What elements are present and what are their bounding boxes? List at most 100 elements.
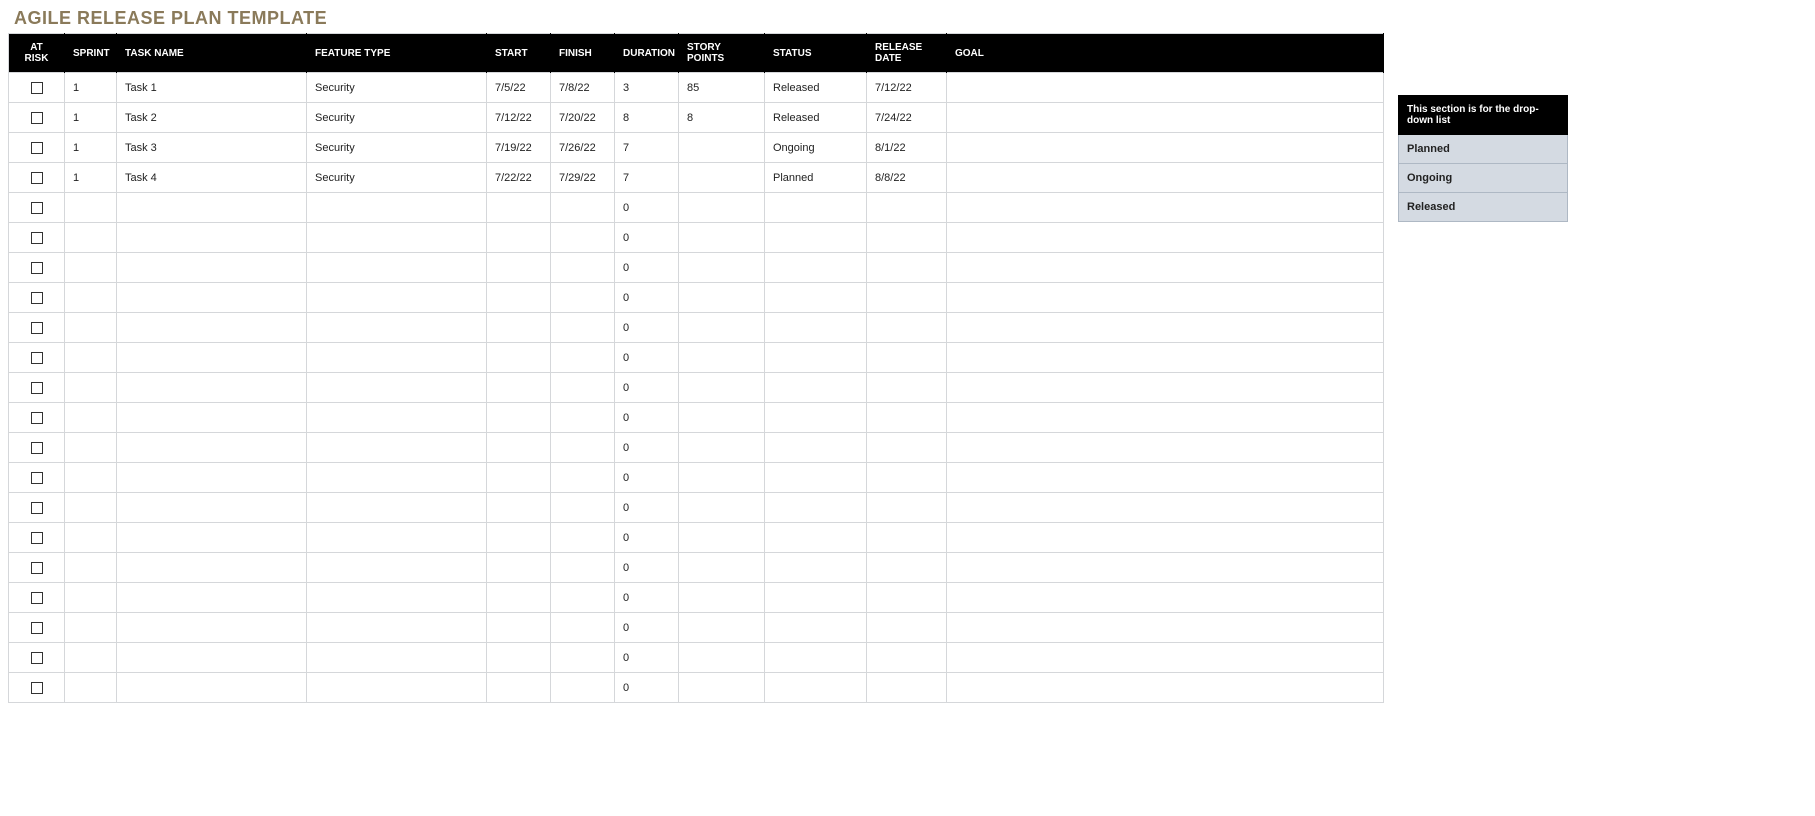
cell-feature-type[interactable] — [307, 463, 487, 493]
cell-at-risk[interactable] — [9, 133, 65, 163]
cell-story-points[interactable] — [679, 493, 765, 523]
checkbox-icon[interactable] — [31, 232, 43, 244]
cell-start[interactable] — [487, 583, 551, 613]
cell-release-date[interactable] — [867, 673, 947, 703]
cell-goal[interactable] — [947, 433, 1384, 463]
cell-start[interactable] — [487, 613, 551, 643]
cell-story-points[interactable] — [679, 163, 765, 193]
cell-task-name[interactable] — [117, 313, 307, 343]
cell-release-date[interactable] — [867, 613, 947, 643]
cell-duration[interactable]: 8 — [615, 103, 679, 133]
cell-sprint[interactable] — [65, 283, 117, 313]
checkbox-icon[interactable] — [31, 202, 43, 214]
cell-finish[interactable] — [551, 283, 615, 313]
cell-status[interactable]: Released — [765, 103, 867, 133]
cell-finish[interactable] — [551, 463, 615, 493]
cell-release-date[interactable] — [867, 253, 947, 283]
cell-goal[interactable] — [947, 523, 1384, 553]
cell-story-points[interactable] — [679, 433, 765, 463]
cell-goal[interactable] — [947, 223, 1384, 253]
cell-duration[interactable]: 0 — [615, 463, 679, 493]
cell-status[interactable] — [765, 313, 867, 343]
cell-feature-type[interactable] — [307, 223, 487, 253]
cell-at-risk[interactable] — [9, 463, 65, 493]
cell-start[interactable] — [487, 553, 551, 583]
cell-at-risk[interactable] — [9, 283, 65, 313]
cell-status[interactable] — [765, 463, 867, 493]
cell-goal[interactable] — [947, 403, 1384, 433]
cell-feature-type[interactable] — [307, 613, 487, 643]
cell-finish[interactable]: 7/8/22 — [551, 73, 615, 103]
cell-release-date[interactable] — [867, 433, 947, 463]
cell-story-points[interactable] — [679, 673, 765, 703]
cell-finish[interactable] — [551, 313, 615, 343]
cell-release-date[interactable] — [867, 643, 947, 673]
cell-start[interactable]: 7/19/22 — [487, 133, 551, 163]
cell-duration[interactable]: 0 — [615, 313, 679, 343]
cell-story-points[interactable] — [679, 583, 765, 613]
cell-feature-type[interactable]: Security — [307, 73, 487, 103]
cell-task-name[interactable]: Task 1 — [117, 73, 307, 103]
cell-goal[interactable] — [947, 283, 1384, 313]
cell-sprint[interactable]: 1 — [65, 133, 117, 163]
cell-story-points[interactable] — [679, 373, 765, 403]
cell-feature-type[interactable] — [307, 313, 487, 343]
cell-story-points[interactable] — [679, 613, 765, 643]
cell-at-risk[interactable] — [9, 523, 65, 553]
cell-goal[interactable] — [947, 253, 1384, 283]
cell-finish[interactable] — [551, 673, 615, 703]
cell-duration[interactable]: 0 — [615, 223, 679, 253]
cell-task-name[interactable] — [117, 253, 307, 283]
cell-status[interactable] — [765, 643, 867, 673]
cell-story-points[interactable] — [679, 553, 765, 583]
cell-task-name[interactable]: Task 2 — [117, 103, 307, 133]
checkbox-icon[interactable] — [31, 352, 43, 364]
cell-task-name[interactable] — [117, 643, 307, 673]
cell-finish[interactable] — [551, 193, 615, 223]
cell-feature-type[interactable] — [307, 283, 487, 313]
cell-sprint[interactable] — [65, 643, 117, 673]
cell-goal[interactable] — [947, 643, 1384, 673]
cell-release-date[interactable] — [867, 463, 947, 493]
cell-goal[interactable] — [947, 73, 1384, 103]
cell-duration[interactable]: 7 — [615, 163, 679, 193]
cell-sprint[interactable] — [65, 343, 117, 373]
cell-release-date[interactable] — [867, 583, 947, 613]
cell-release-date[interactable] — [867, 523, 947, 553]
cell-start[interactable] — [487, 283, 551, 313]
cell-status[interactable] — [765, 193, 867, 223]
cell-finish[interactable] — [551, 343, 615, 373]
cell-at-risk[interactable] — [9, 343, 65, 373]
cell-release-date[interactable] — [867, 223, 947, 253]
cell-task-name[interactable] — [117, 373, 307, 403]
cell-task-name[interactable] — [117, 613, 307, 643]
cell-at-risk[interactable] — [9, 73, 65, 103]
cell-release-date[interactable] — [867, 403, 947, 433]
cell-status[interactable] — [765, 613, 867, 643]
cell-duration[interactable]: 0 — [615, 523, 679, 553]
cell-story-points[interactable] — [679, 643, 765, 673]
cell-story-points[interactable] — [679, 313, 765, 343]
cell-feature-type[interactable] — [307, 523, 487, 553]
cell-goal[interactable] — [947, 193, 1384, 223]
cell-status[interactable] — [765, 583, 867, 613]
cell-goal[interactable] — [947, 163, 1384, 193]
cell-feature-type[interactable] — [307, 373, 487, 403]
cell-goal[interactable] — [947, 613, 1384, 643]
cell-story-points[interactable] — [679, 283, 765, 313]
checkbox-icon[interactable] — [31, 412, 43, 424]
cell-feature-type[interactable] — [307, 493, 487, 523]
cell-story-points[interactable] — [679, 523, 765, 553]
cell-story-points[interactable] — [679, 253, 765, 283]
cell-start[interactable] — [487, 523, 551, 553]
checkbox-icon[interactable] — [31, 562, 43, 574]
cell-sprint[interactable] — [65, 493, 117, 523]
cell-sprint[interactable] — [65, 553, 117, 583]
checkbox-icon[interactable] — [31, 292, 43, 304]
cell-sprint[interactable] — [65, 613, 117, 643]
cell-task-name[interactable]: Task 3 — [117, 133, 307, 163]
cell-task-name[interactable] — [117, 583, 307, 613]
cell-feature-type[interactable] — [307, 583, 487, 613]
cell-finish[interactable] — [551, 613, 615, 643]
cell-start[interactable] — [487, 673, 551, 703]
